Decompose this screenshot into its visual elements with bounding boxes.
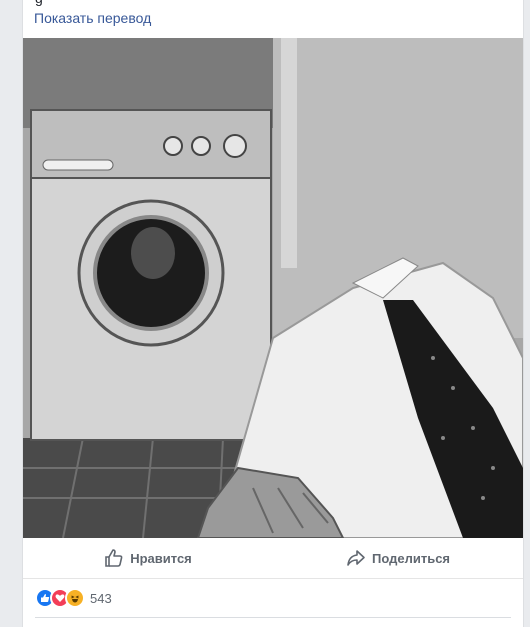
photo-illustration	[23, 38, 523, 538]
post-photo[interactable]	[23, 38, 523, 538]
post-actions-bar: Нравится Поделиться	[23, 538, 523, 579]
thumbs-up-icon	[105, 549, 123, 567]
post-text-fragment: g	[35, 0, 43, 6]
reactions-summary[interactable]: 543	[35, 586, 112, 610]
reaction-count[interactable]: 543	[90, 591, 112, 606]
share-button[interactable]: Поделиться	[278, 538, 518, 578]
share-button-label: Поделиться	[371, 550, 451, 566]
like-button-label: Нравится	[130, 550, 192, 566]
like-button[interactable]: Нравится	[28, 538, 268, 578]
haha-reaction-icon	[65, 588, 85, 608]
show-translation-link[interactable]: Показать перевод	[34, 10, 151, 26]
share-arrow-icon	[347, 550, 365, 566]
post-card: g Показать перевод	[22, 0, 524, 627]
comments-divider	[35, 617, 511, 618]
